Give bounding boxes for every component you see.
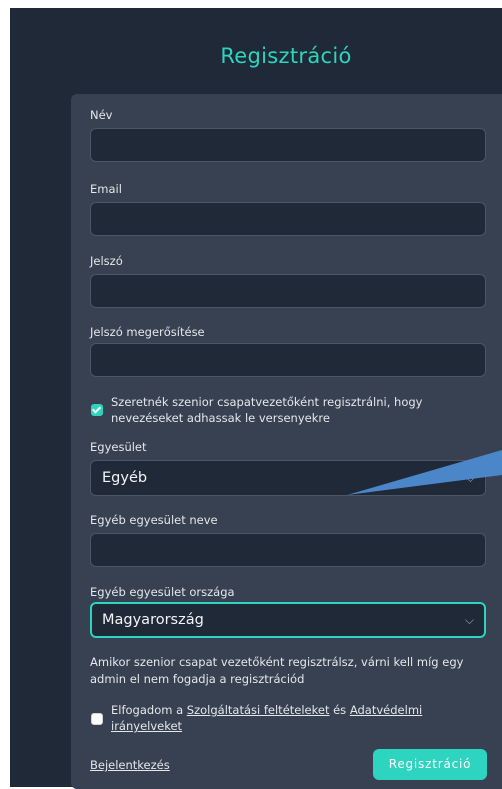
email-label: Email	[90, 182, 122, 196]
terms-prefix: Elfogadom a	[111, 703, 184, 717]
other-association-country-label: Egyéb egyesület országa	[90, 585, 235, 599]
terms-and: és	[333, 703, 347, 717]
password-confirm-label: Jelszó megerősítése	[90, 325, 205, 339]
terms-checkbox[interactable]	[91, 713, 103, 725]
login-link[interactable]: Bejelentkezés	[90, 758, 170, 772]
name-input[interactable]	[90, 128, 486, 162]
name-label: Név	[90, 108, 113, 122]
association-select-value: Egyéb	[102, 470, 148, 486]
password-label: Jelszó	[90, 254, 123, 268]
app-background: Regisztráció Név Email Jelszó Jelszó meg…	[10, 8, 502, 789]
password-confirm-input[interactable]	[90, 343, 486, 377]
page-title: Regisztráció	[220, 44, 352, 68]
country-select-value: Magyarország	[102, 612, 204, 628]
other-association-name-input[interactable]	[90, 533, 486, 567]
association-label: Egyesület	[90, 440, 147, 454]
chevron-down-icon: ⌵	[464, 613, 474, 627]
country-select[interactable]: Magyarország ⌵	[90, 602, 486, 638]
senior-checkbox-label: Szeretnék szenior csapatvezetőként regis…	[111, 395, 423, 425]
approval-note: Amikor szenior csapat vezetőként regiszt…	[90, 655, 464, 686]
association-select[interactable]: Egyéb ⌵	[90, 460, 486, 496]
registration-form: Név Email Jelszó Jelszó megerősítése Sze…	[71, 94, 502, 789]
chevron-down-icon: ⌵	[465, 471, 475, 485]
other-association-name-label: Egyéb egyesület neve	[90, 513, 218, 527]
email-input[interactable]	[90, 202, 486, 236]
password-input[interactable]	[90, 274, 486, 308]
terms-label: Elfogadom a Szolgáltatási feltételeket é…	[111, 702, 481, 734]
terms-of-service-link[interactable]: Szolgáltatási feltételeket	[187, 703, 330, 717]
senior-checkbox[interactable]	[91, 404, 103, 416]
register-button[interactable]: Regisztráció	[373, 749, 487, 780]
